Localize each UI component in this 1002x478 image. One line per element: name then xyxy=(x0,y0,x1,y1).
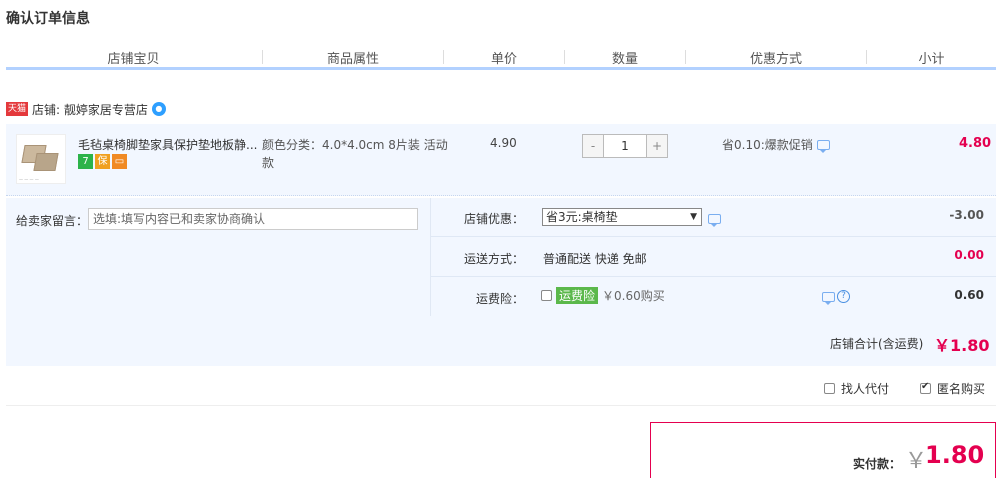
qty-minus-button[interactable]: - xyxy=(583,135,603,157)
col-header-subtotal: 小计 xyxy=(918,52,945,67)
shipping-method: 普通配送 快递 免邮 xyxy=(543,252,647,266)
page-title: 确认订单信息 xyxy=(6,11,90,27)
shop-total-value: ￥1.80 xyxy=(934,336,990,355)
shop-total-label: 店铺合计(含运费) xyxy=(830,337,924,351)
col-header-attribute: 商品属性 xyxy=(326,52,379,67)
pay-amount: 1.80 xyxy=(925,441,985,469)
payment-summary: 实付款： ￥ 1.80 xyxy=(650,422,996,478)
tmall-badge: 天猫 xyxy=(6,102,29,116)
card-payment-icon[interactable]: ▭ xyxy=(112,154,127,169)
extra-options: 找人代付 匿名购买 xyxy=(6,370,996,406)
qty-input[interactable]: 1 xyxy=(603,135,647,157)
shop-total-row: 店铺合计(含运费) ￥1.80 xyxy=(6,316,996,366)
shipping-amount: 0.00 xyxy=(954,248,984,262)
col-header-item: 店铺宝贝 xyxy=(107,52,160,67)
item-subtotal: 4.80 xyxy=(959,136,992,151)
quantity-stepper: - 1 + xyxy=(582,134,668,158)
message-input[interactable]: 选填:填写内容已和卖家协商确认 xyxy=(88,208,418,230)
shipping-label: 运送方式： xyxy=(463,252,524,266)
guarantee-icon[interactable]: 保 xyxy=(95,154,110,169)
product-thumbnail[interactable]: — — — — xyxy=(16,134,66,184)
shop-name-link[interactable]: 店铺: 靓婷家居专营店 xyxy=(32,101,148,118)
insurance-comment-icon[interactable] xyxy=(822,291,835,305)
pay-label: 实付款： xyxy=(853,457,902,471)
col-header-promo: 优惠方式 xyxy=(749,52,802,67)
pay-currency: ￥ xyxy=(905,449,928,474)
shop-discount-amount: -3.00 xyxy=(949,208,984,222)
seven-day-return-icon[interactable]: 7 xyxy=(78,154,93,169)
order-confirmation-page: 确认订单信息 店铺宝贝 商品属性 单价 数量 优惠方式 小计 天猫 店铺: 靓婷… xyxy=(0,0,1002,478)
insurance-help: ? xyxy=(822,290,850,305)
discount-comment-icon[interactable] xyxy=(708,214,721,227)
proxy-pay-option: 找人代付 xyxy=(824,380,889,397)
promo-info: 省0.10:爆款促销 xyxy=(722,136,830,153)
insurance-badge: 运费险 xyxy=(556,287,599,304)
table-header: 店铺宝贝 商品属性 单价 数量 优惠方式 小计 xyxy=(6,44,996,70)
col-header-price: 单价 xyxy=(490,52,517,67)
anonymous-checkbox[interactable] xyxy=(920,381,931,394)
insurance-checkbox[interactable] xyxy=(541,290,552,301)
insurance-amount: 0.60 xyxy=(954,288,984,302)
order-item-row: — — — — 毛毡桌椅脚垫家具保护垫地板静... 7 保 ▭ 颜色分类：4.0… xyxy=(6,124,996,196)
col-header-qty: 数量 xyxy=(611,52,638,67)
unit-price: 4.90 xyxy=(490,136,517,150)
anonymous-label: 匿名购买 xyxy=(937,382,986,396)
insurance-price: ￥0.60购买 xyxy=(602,289,665,303)
proxy-pay-checkbox[interactable] xyxy=(824,383,835,394)
promo-comment-icon[interactable] xyxy=(816,139,830,153)
chat-icon[interactable]: ● xyxy=(151,102,166,116)
help-icon[interactable]: ? xyxy=(837,290,850,303)
insurance-label: 运费险： xyxy=(475,292,524,306)
qty-plus-button[interactable]: + xyxy=(647,135,667,157)
anonymous-option: 匿名购买 xyxy=(920,380,985,397)
shop-header: 天猫 店铺: 靓婷家居专营店 ● xyxy=(6,100,166,118)
message-panel: 给卖家留言： 选填:填写内容已和卖家协商确认 xyxy=(6,198,431,316)
shop-discount-selected: 省3元:桌椅垫 xyxy=(546,210,618,224)
insurance-option: 运费险 ￥0.60购买 xyxy=(541,287,665,304)
proxy-pay-label: 找人代付 xyxy=(841,382,890,396)
shop-discount-label: 店铺优惠： xyxy=(463,212,524,226)
product-attribute: 颜色分类：4.0*4.0cm 8片装 活动款 xyxy=(262,138,448,170)
message-label: 给卖家留言： xyxy=(16,214,89,228)
dropdown-arrow-icon: ▼ xyxy=(690,212,697,222)
shop-discount-select[interactable]: 省3元:桌椅垫 ▼ xyxy=(542,208,702,226)
product-name-link[interactable]: 毛毡桌椅脚垫家具保护垫地板静... xyxy=(78,136,258,153)
promo-text: 省0.10:爆款促销 xyxy=(722,138,813,152)
service-badges: 7 保 ▭ xyxy=(78,154,127,169)
